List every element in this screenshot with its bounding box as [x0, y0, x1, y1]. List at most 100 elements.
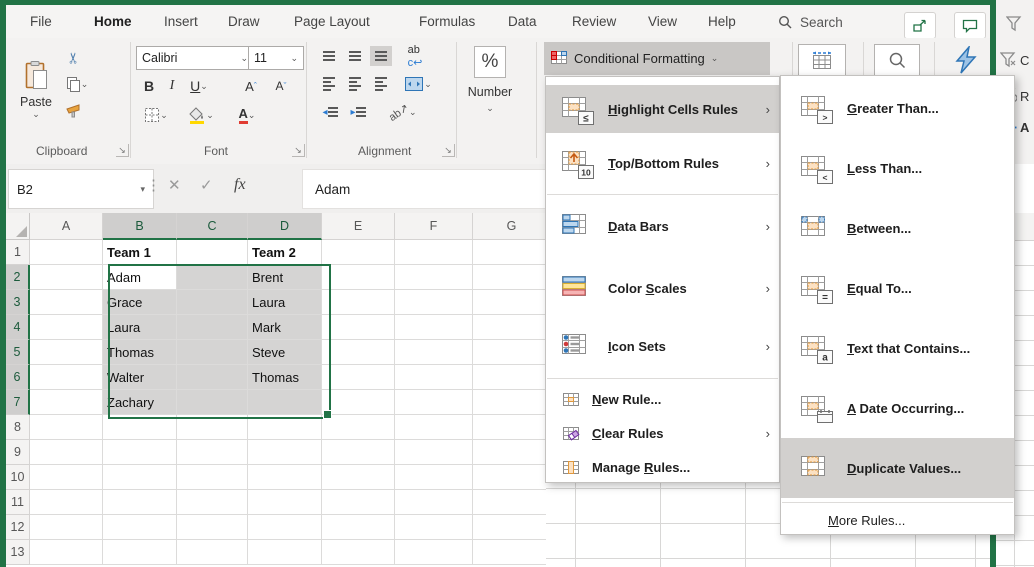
percent-style-button[interactable]: % [474, 46, 506, 78]
number-format-dropdown[interactable]: ⌄ [480, 102, 500, 114]
font-size-combo[interactable]: 11 ⌄ [248, 46, 304, 70]
cell-D11[interactable] [248, 490, 322, 515]
cell-E10[interactable] [322, 465, 395, 490]
select-all-corner[interactable] [6, 213, 30, 240]
cell-A10[interactable] [30, 465, 103, 490]
tab-help[interactable]: Help [708, 5, 736, 38]
menu-item-highlight-cells-rules[interactable]: ≤ Highlight Cells Rules › [546, 85, 779, 133]
analyze-data-button[interactable] [948, 44, 984, 76]
cell-F7[interactable] [395, 390, 473, 415]
search-box[interactable]: Search [778, 11, 843, 33]
cell-D3[interactable]: Laura [248, 290, 322, 315]
menu-item-new-rule[interactable]: New Rule... [546, 386, 779, 412]
row-header-10[interactable]: 10 [6, 465, 30, 490]
tab-page-layout[interactable]: Page Layout [294, 5, 370, 38]
cell-D12[interactable] [248, 515, 322, 540]
tab-data[interactable]: Data [508, 5, 537, 38]
column-header-A[interactable]: A [30, 213, 103, 240]
row-header-6[interactable]: 6 [6, 365, 30, 390]
column-header-F[interactable]: F [395, 213, 473, 240]
cell-D13[interactable] [248, 540, 322, 565]
align-right-button[interactable] [370, 74, 392, 94]
lookup-button[interactable] [874, 44, 920, 78]
cell-A5[interactable] [30, 340, 103, 365]
cell-D2[interactable]: Brent [248, 265, 322, 290]
menu-item-top-bottom-rules[interactable]: 10 Top/Bottom Rules › [546, 139, 779, 187]
cell-E4[interactable] [322, 315, 395, 340]
cell-G10[interactable] [473, 465, 551, 490]
comments-button[interactable] [954, 12, 986, 39]
row-header-7[interactable]: 7 [6, 390, 30, 415]
cell-F3[interactable] [395, 290, 473, 315]
clipboard-dialog-launcher[interactable]: ↘ [116, 144, 129, 157]
tab-file[interactable]: File [30, 5, 52, 38]
align-middle-button[interactable] [344, 46, 366, 66]
cell-A6[interactable] [30, 365, 103, 390]
cell-B13[interactable] [103, 540, 177, 565]
cell-F4[interactable] [395, 315, 473, 340]
paste-button[interactable]: Paste ⌄ [14, 44, 58, 136]
cell-C13[interactable] [177, 540, 248, 565]
cell-A13[interactable] [30, 540, 103, 565]
row-header-12[interactable]: 12 [6, 515, 30, 540]
cell-G13[interactable] [473, 540, 551, 565]
font-dialog-launcher[interactable]: ↘ [292, 144, 305, 157]
merge-center-button[interactable]: ⌄ [398, 72, 438, 96]
align-center-button[interactable] [344, 74, 366, 94]
cell-G12[interactable] [473, 515, 551, 540]
tab-review[interactable]: Review [572, 5, 616, 38]
cell-E2[interactable] [322, 265, 395, 290]
align-top-button[interactable] [318, 46, 340, 66]
submenu-item-more-rules[interactable]: More Rules... [781, 507, 1014, 533]
share-button[interactable] [904, 12, 936, 39]
cell-D10[interactable] [248, 465, 322, 490]
cell-B4[interactable]: Laura [103, 315, 177, 340]
column-header-C[interactable]: C [177, 213, 248, 240]
row-header-11[interactable]: 11 [6, 490, 30, 515]
cell-C12[interactable] [177, 515, 248, 540]
cell-F12[interactable] [395, 515, 473, 540]
cell-D4[interactable]: Mark [248, 315, 322, 340]
submenu-item-between[interactable]: Between... [781, 198, 1014, 258]
cell-F10[interactable] [395, 465, 473, 490]
row-header-13[interactable]: 13 [6, 540, 30, 565]
cell-E5[interactable] [322, 340, 395, 365]
borders-button[interactable]: ⌄ [138, 104, 174, 126]
submenu-item-greater-than[interactable]: > Greater Than... [781, 78, 1014, 138]
cell-B11[interactable] [103, 490, 177, 515]
cell-A12[interactable] [30, 515, 103, 540]
enter-icon[interactable]: ✓ [200, 176, 213, 194]
row-header-4[interactable]: 4 [6, 315, 30, 340]
row-header-1[interactable]: 1 [6, 240, 30, 265]
cell-A2[interactable] [30, 265, 103, 290]
cell-F11[interactable] [395, 490, 473, 515]
cell-G6[interactable] [473, 365, 551, 390]
cell-E7[interactable] [322, 390, 395, 415]
cell-B2[interactable]: Adam [103, 265, 177, 290]
cell-F1[interactable] [395, 240, 473, 265]
cell-E13[interactable] [322, 540, 395, 565]
bold-button[interactable]: B [140, 76, 158, 96]
cell-C10[interactable] [177, 465, 248, 490]
cell-B7[interactable]: Zachary [103, 390, 177, 415]
column-header-B[interactable]: B [103, 213, 177, 240]
cell-G5[interactable] [473, 340, 551, 365]
cell-B3[interactable]: Grace [103, 290, 177, 315]
copy-button[interactable]: ⌄ [60, 74, 94, 94]
menu-item-data-bars[interactable]: Data Bars › [546, 202, 779, 250]
column-header-G[interactable]: G [473, 213, 551, 240]
orientation-button[interactable]: ab↗ ⌄ [382, 100, 422, 124]
alignment-dialog-launcher[interactable]: ↘ [442, 144, 455, 157]
row-header-5[interactable]: 5 [6, 340, 30, 365]
tab-insert[interactable]: Insert [164, 5, 198, 38]
cell-C9[interactable] [177, 440, 248, 465]
cancel-icon[interactable]: ✕ [168, 176, 181, 194]
fill-handle[interactable] [323, 410, 332, 419]
decrease-indent-button[interactable]: ◂ [318, 102, 342, 122]
cell-G3[interactable] [473, 290, 551, 315]
menu-item-icon-sets[interactable]: Icon Sets › [546, 322, 779, 370]
cell-C4[interactable] [177, 315, 248, 340]
insert-function-icon[interactable]: fx [234, 176, 246, 194]
font-name-combo[interactable]: Calibri ⌄ [136, 46, 254, 70]
cell-E12[interactable] [322, 515, 395, 540]
